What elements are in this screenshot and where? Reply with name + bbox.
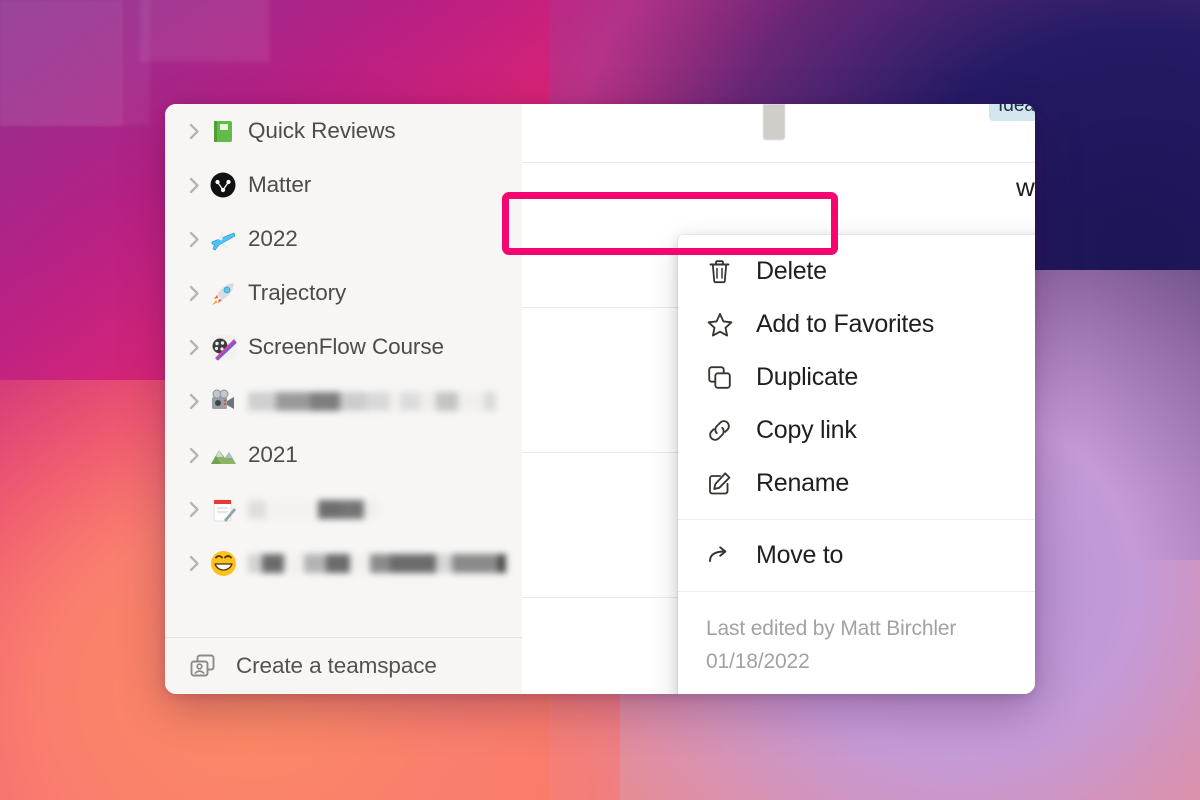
menu-item-rename[interactable]: Rename ⌘+Shift+R [678,457,1035,510]
mountain-emoji [210,442,248,469]
sidebar-item-2021[interactable]: 2021 [165,428,522,482]
sidebar-item-2022[interactable]: 2022 [165,212,522,266]
sidebar-item-trajectory[interactable]: Trajectory [165,266,522,320]
link-icon [706,417,756,444]
memo-emoji [210,496,248,523]
sidebar-item-redacted-1[interactable] [165,374,522,428]
sidebar-item-label: 2021 [248,442,298,467]
menu-item-label: Add to Favorites [756,310,935,338]
sidebar-item-label: ScreenFlow Course [248,334,444,359]
chevron-right-icon[interactable] [188,284,210,303]
wallpaper-block-c [0,0,123,127]
context-menu: Delete Add to Favorites Duplicate Copy l… [678,235,1035,694]
chevron-right-icon[interactable] [188,176,210,195]
menu-item-label: Copy link [756,416,857,444]
rocket-emoji [210,280,248,307]
sidebar-item-label-redacted [248,553,506,573]
chevron-right-icon[interactable] [188,230,210,249]
tag-ideas[interactable]: Ideas [989,104,1035,121]
menu-metadata: Last edited by Matt Birchler 01/18/2022 [678,601,1035,692]
chevron-right-icon[interactable] [188,338,210,357]
sidebar-item-redacted-2[interactable] [165,482,522,536]
menu-item-move-to[interactable]: Move to ⌘+Shift+P [678,529,1035,582]
rename-icon [706,470,756,497]
menu-item-label: Move to [756,541,844,569]
sidebar-item-label: Matter [248,172,312,197]
movie-camera-emoji [210,388,248,415]
menu-item-label: Duplicate [756,363,858,391]
grinning-face-emoji [210,550,248,577]
sidebar: Quick Reviews Matter 2022 Trajectory Scr… [165,104,522,694]
sidebar-item-label: Quick Reviews [248,118,396,143]
sidebar-item-quick-reviews[interactable]: Quick Reviews [165,104,522,158]
menu-item-add-to-favorites[interactable]: Add to Favorites [678,298,1035,351]
desktop-wallpaper: Ideas Ideas w ar Se :C [0,0,1200,800]
menu-item-label: Delete [756,257,827,285]
sidebar-item-label: Trajectory [248,280,347,305]
teamspace-icon [188,651,218,681]
content-text-fragment: w [1016,172,1035,202]
chevron-right-icon[interactable] [188,554,210,573]
green-book-emoji [210,118,248,144]
menu-item-copy-link[interactable]: Copy link [678,404,1035,457]
sidebar-item-label-redacted [248,499,378,519]
app-window: Ideas Ideas w ar Se :C [165,104,1035,694]
create-teamspace-button[interactable]: Create a teamspace [165,638,522,694]
star-icon [706,311,756,339]
matter-app-icon [210,172,248,198]
scrollbar-thumb[interactable] [763,104,785,140]
wallpaper-block-b [140,0,270,62]
sidebar-item-label-redacted [248,391,496,411]
menu-item-duplicate[interactable]: Duplicate ⌘+D [678,351,1035,404]
sidebar-item-redacted-3[interactable] [165,536,522,590]
menu-item-delete[interactable]: Delete [678,245,1035,298]
chevron-right-icon[interactable] [188,392,210,411]
sidebar-item-label: 2022 [248,226,298,251]
last-edited-date: 01/18/2022 [706,649,810,673]
menu-separator [678,519,1035,520]
sidebar-item-screenflow-course[interactable]: ScreenFlow Course [165,320,522,374]
duplicate-icon [706,364,756,391]
menu-item-label: Rename [756,469,849,497]
last-edited-by: Last edited by Matt Birchler [706,617,957,640]
airplane-emoji [210,226,248,253]
trash-icon [706,258,756,285]
screenflow-app-icon [210,334,248,361]
chevron-right-icon[interactable] [188,446,210,465]
create-teamspace-label: Create a teamspace [236,653,437,678]
chevron-right-icon[interactable] [188,500,210,519]
sidebar-item-matter[interactable]: Matter [165,158,522,212]
content-rule [522,162,1035,163]
move-to-icon [706,542,756,569]
chevron-right-icon[interactable] [188,122,210,141]
menu-separator [678,591,1035,592]
